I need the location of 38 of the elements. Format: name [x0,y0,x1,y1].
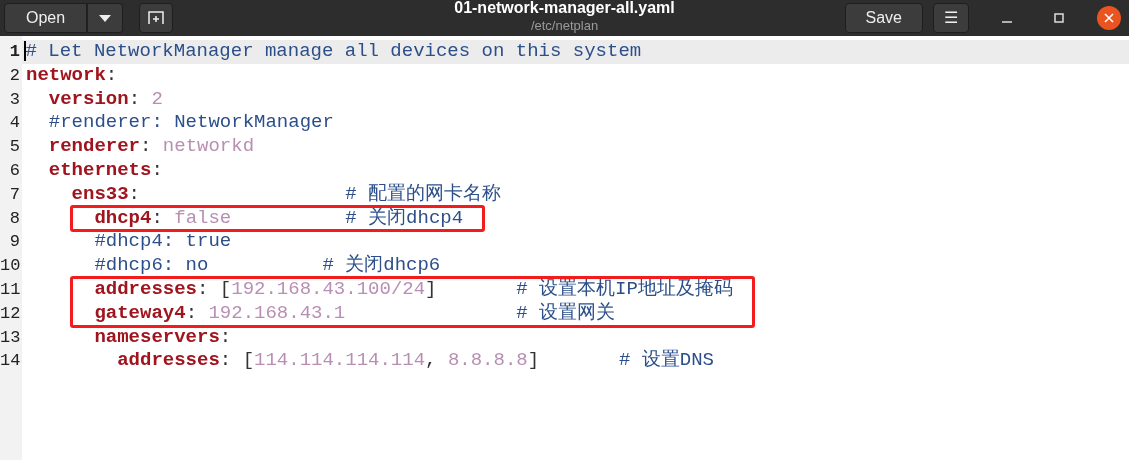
line-number: 6 [8,160,20,182]
code-line: # Let NetworkManager manage all devices on this system [25,40,642,62]
line-number: 11 [0,278,20,301]
code-line: version: 2 [48,87,163,110]
window-title: 01-network-manager-all.yaml [454,0,675,17]
code-line: addresses: [192.168.43.100/24] # 设置本机IP地址及掩码 [94,277,733,300]
new-tab-icon [148,11,165,25]
line-number: 12 [0,302,20,325]
caret-icon [99,14,112,22]
line-number: 8 [8,207,20,230]
open-button[interactable]: Open [4,3,88,33]
dropdown-button[interactable] [87,3,124,33]
code-line: #renderer: NetworkManager [48,111,334,134]
file-path: /etc/netplan [530,18,599,33]
line-number: 14 [0,350,20,373]
code-line: ethernets: [48,159,163,181]
code-line: dhcp4: false # 关闭dhcp4 [94,206,464,229]
line-number: 4 [8,112,20,135]
menu-button[interactable]: ☰ [933,3,969,33]
line-number: 9 [8,231,20,254]
line-number: 13 [0,326,20,349]
close-icon[interactable] [1097,6,1121,30]
code-line: addresses: [114.114.114.114, 8.8.8.8] # 设置DNS [117,349,714,372]
line-number: 5 [8,136,20,159]
code-line: #dhcp6: no # 关闭dhcp6 [94,254,441,277]
code-line: network: [26,63,118,86]
code-line: renderer: networkd [48,135,255,158]
code-line: gateway4: 192.168.43.1 # 设置网关 [94,301,616,324]
code-line: ens33: # 配置的网卡名称 [71,182,502,205]
code-line: nameservers: [94,325,232,348]
line-number: 2 [8,64,20,87]
line-number: 10 [0,255,20,278]
new-tab-button[interactable] [139,3,174,33]
code-line: #dhcp4: true [94,230,232,253]
line-number: 1 [8,41,20,63]
line-number: 3 [8,88,20,111]
line-number: 7 [8,183,20,206]
save-button[interactable]: Save [844,3,923,33]
